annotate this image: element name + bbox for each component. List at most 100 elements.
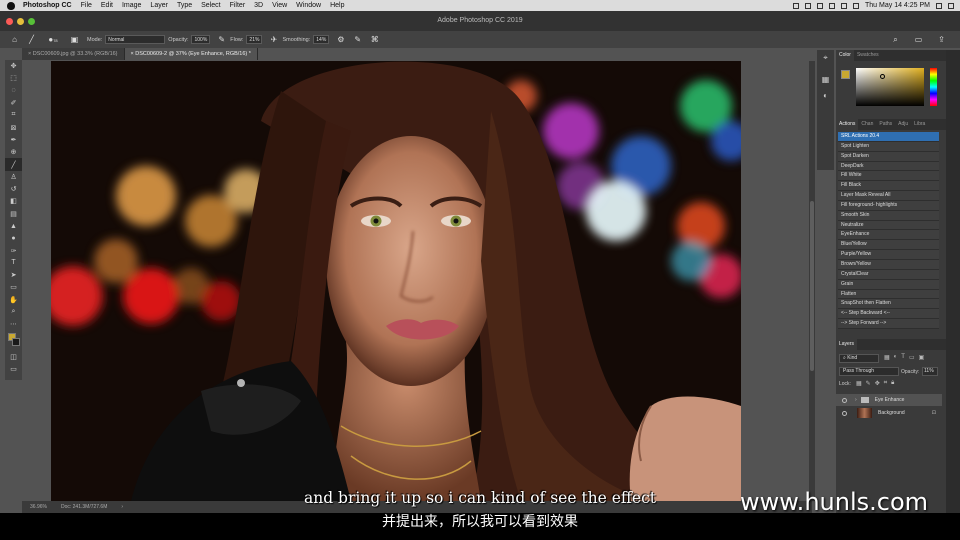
- tab-libraries[interactable]: Libra: [911, 119, 928, 130]
- lock-artboard-icon[interactable]: ⌗: [884, 380, 887, 387]
- layer-row-eye-enhance[interactable]: › Eye Enhance: [836, 394, 942, 406]
- lasso-tool-icon[interactable]: ◌: [5, 85, 22, 97]
- action-item[interactable]: Spot Lighten: [838, 141, 939, 152]
- blur-tool-icon[interactable]: ▲: [5, 220, 22, 232]
- tab-layers[interactable]: Layers: [836, 339, 858, 350]
- filter-pixel-icon[interactable]: ▦: [884, 354, 890, 361]
- opacity-field[interactable]: 100%: [191, 35, 211, 44]
- menu-app-name[interactable]: Photoshop CC: [23, 2, 72, 9]
- blend-mode-select[interactable]: Pass Through: [839, 367, 899, 376]
- eraser-tool-icon[interactable]: ◧: [5, 195, 22, 207]
- layer-row-background[interactable]: Background ⊡: [836, 407, 942, 419]
- layer-name[interactable]: Eye Enhance: [875, 397, 905, 403]
- menu-filter[interactable]: Filter: [230, 2, 246, 9]
- smoothing-field[interactable]: 14%: [313, 35, 330, 44]
- menu-select[interactable]: Select: [201, 2, 220, 9]
- brush-tool-icon[interactable]: ╱: [27, 35, 36, 44]
- action-item[interactable]: CrystalClear: [838, 269, 939, 280]
- marquee-tool-icon[interactable]: ⬚: [5, 72, 22, 84]
- filter-shape-icon[interactable]: ▭: [909, 354, 915, 361]
- background-color-swatch[interactable]: [12, 337, 20, 346]
- layer-filter-select[interactable]: ⌕ Kind: [839, 354, 879, 363]
- lock-position-icon[interactable]: ✥: [875, 380, 880, 387]
- home-icon[interactable]: ⌂: [10, 35, 19, 44]
- healing-brush-tool-icon[interactable]: ⊕: [5, 146, 22, 158]
- quick-select-tool-icon[interactable]: ✐: [5, 97, 22, 109]
- tab-paths[interactable]: Paths: [876, 119, 895, 130]
- action-item[interactable]: Spot Darken: [838, 151, 939, 162]
- share-icon[interactable]: ⇪: [937, 35, 946, 44]
- more-tools-icon[interactable]: ⋯: [5, 318, 22, 330]
- hue-slider[interactable]: [930, 68, 937, 106]
- action-item[interactable]: SnapShot then Flatten: [838, 299, 939, 310]
- document-canvas[interactable]: [51, 61, 741, 501]
- menu-file[interactable]: File: [81, 2, 92, 9]
- action-item[interactable]: Purple/Yellow: [838, 250, 939, 260]
- filter-adjustment-icon[interactable]: ◐: [894, 354, 898, 361]
- type-tool-icon[interactable]: T: [5, 257, 22, 269]
- menu-help[interactable]: Help: [330, 2, 344, 9]
- clone-stamp-tool-icon[interactable]: ♙: [5, 171, 22, 183]
- frame-tool-icon[interactable]: ⊠: [5, 121, 22, 133]
- action-item[interactable]: Layer Mask Reveal All: [838, 191, 939, 201]
- volume-icon[interactable]: [841, 2, 848, 9]
- zoom-tool-icon[interactable]: ⌕: [5, 306, 22, 318]
- history-brush-tool-icon[interactable]: ↺: [5, 183, 22, 195]
- dodge-tool-icon[interactable]: ●: [5, 232, 22, 244]
- battery-icon[interactable]: [853, 2, 860, 9]
- menu-type[interactable]: Type: [177, 2, 192, 9]
- action-item[interactable]: Fill foreground- highlights: [838, 200, 939, 211]
- action-item[interactable]: <-- Step Backward <--: [838, 309, 939, 320]
- pen-tool-icon[interactable]: ✑: [5, 244, 22, 256]
- menu-3d[interactable]: 3D: [254, 2, 263, 9]
- apple-icon[interactable]: [7, 1, 15, 10]
- tab-channels[interactable]: Chan: [858, 119, 876, 130]
- search-icon[interactable]: [936, 2, 942, 9]
- action-item[interactable]: EyeEnhance: [838, 230, 939, 241]
- notification-center-icon[interactable]: [948, 2, 954, 9]
- wifi-icon[interactable]: [829, 2, 836, 9]
- brush-preset-picker[interactable]: ●78: [44, 35, 62, 44]
- group-expand-icon[interactable]: ›: [855, 397, 857, 403]
- tab-color[interactable]: Color: [836, 50, 854, 61]
- menubar-clock[interactable]: Thu May 14 4:25 PM: [865, 2, 930, 9]
- action-item[interactable]: --> Step Forward -->: [838, 319, 939, 329]
- action-item[interactable]: SRL Actions 20.4: [838, 132, 939, 142]
- action-item[interactable]: DeepDark: [838, 161, 939, 172]
- workspace-icon[interactable]: ▭: [914, 35, 923, 44]
- mode-select[interactable]: Normal: [105, 35, 166, 44]
- smoothing-options-gear-icon[interactable]: ⚙: [336, 35, 345, 44]
- gradient-tool-icon[interactable]: ▤: [5, 208, 22, 220]
- filter-type-icon[interactable]: T: [901, 354, 905, 361]
- tab-swatches[interactable]: Swatches: [854, 50, 882, 61]
- crop-tool-icon[interactable]: ⌗: [5, 109, 22, 121]
- tab-actions[interactable]: Actions: [836, 119, 859, 130]
- action-item[interactable]: Neutralize: [838, 220, 939, 231]
- menu-image[interactable]: Image: [122, 2, 141, 9]
- tab-adjustments[interactable]: Adju: [895, 119, 911, 130]
- dropbox-icon[interactable]: [805, 2, 812, 9]
- lock-pixels-icon[interactable]: ▦: [856, 380, 862, 387]
- airbrush-icon[interactable]: ✈: [269, 35, 278, 44]
- action-item[interactable]: Smooth Skin: [838, 210, 939, 221]
- menu-view[interactable]: View: [272, 2, 287, 9]
- canvas-vertical-scrollbar[interactable]: [809, 61, 815, 501]
- tab-dsc00609[interactable]: × DSC00609.jpg @ 33.3% (RGB/16): [22, 48, 125, 60]
- hand-tool-icon[interactable]: ✋: [5, 294, 22, 306]
- status-icon[interactable]: [793, 2, 800, 9]
- adjustments-panel-icon[interactable]: ◐: [817, 88, 834, 104]
- brush-tool-icon[interactable]: ╱: [5, 158, 22, 171]
- path-select-tool-icon[interactable]: ➤: [5, 269, 22, 281]
- quick-mask-icon[interactable]: ◫: [5, 351, 22, 363]
- symmetry-icon[interactable]: ⌘: [370, 35, 379, 44]
- monitor-icon[interactable]: [817, 2, 824, 9]
- lock-paint-icon[interactable]: ✎: [866, 380, 871, 387]
- search-icon[interactable]: ⌕: [891, 35, 900, 44]
- action-item[interactable]: Blue/Yellow: [838, 240, 939, 251]
- brush-settings-icon[interactable]: ▣: [70, 35, 79, 44]
- action-item[interactable]: Brown/Yellow: [838, 259, 939, 270]
- layer-opacity-field[interactable]: 11%: [922, 367, 938, 376]
- menu-layer[interactable]: Layer: [150, 2, 168, 9]
- history-panel-icon[interactable]: ⌖: [817, 50, 834, 66]
- rectangle-tool-icon[interactable]: ▭: [5, 281, 22, 293]
